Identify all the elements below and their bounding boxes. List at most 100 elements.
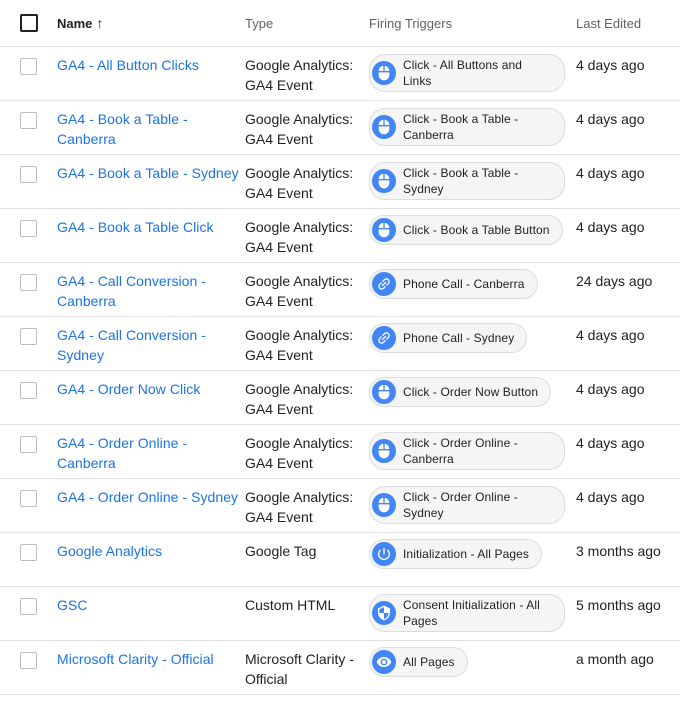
tag-type: Google Analytics: GA4 Event bbox=[245, 381, 354, 417]
tag-name-link[interactable]: Google Analytics bbox=[57, 542, 245, 562]
last-edited: a month ago bbox=[576, 651, 654, 667]
tag-name-link[interactable]: GSC bbox=[57, 596, 245, 616]
last-edited: 4 days ago bbox=[576, 57, 645, 73]
table-row: GA4 - Order Online - Canberra Google Ana… bbox=[0, 425, 680, 479]
tag-type: Google Analytics: GA4 Event bbox=[245, 435, 354, 471]
row-checkbox[interactable] bbox=[20, 112, 37, 129]
tag-name-link[interactable]: GA4 - Book a Table Click bbox=[57, 218, 245, 238]
row-checkbox[interactable] bbox=[20, 652, 37, 669]
last-edited: 3 months ago bbox=[576, 543, 661, 559]
sort-ascending-icon: ↑ bbox=[96, 15, 104, 31]
mouse-icon bbox=[372, 380, 396, 404]
tag-name-cell: GA4 - Order Online - Canberra bbox=[57, 434, 245, 473]
table-row: Microsoft Clarity - Official Microsoft C… bbox=[0, 641, 680, 695]
last-edited: 5 months ago bbox=[576, 597, 661, 613]
row-checkbox[interactable] bbox=[20, 274, 37, 291]
trigger-chip[interactable]: Click - Order Now Button bbox=[369, 377, 552, 407]
tag-name-link[interactable]: GA4 - Book a Table - Canberra bbox=[57, 110, 245, 149]
row-select-cell bbox=[0, 542, 57, 561]
tag-name-link[interactable]: GA4 - Order Now Click bbox=[57, 380, 245, 400]
firing-trigger-cell: Consent Initialization - All Pages bbox=[369, 594, 576, 632]
trigger-chip[interactable]: Phone Call - Canberra bbox=[369, 269, 538, 299]
row-checkbox[interactable] bbox=[20, 544, 37, 561]
last-edited: 4 days ago bbox=[576, 489, 645, 505]
tag-name-link[interactable]: GA4 - Order Online - Sydney bbox=[57, 488, 245, 508]
tag-name-link[interactable]: GA4 - Call Conversion - Sydney bbox=[57, 326, 245, 365]
tag-type: Google Analytics: GA4 Event bbox=[245, 327, 354, 363]
row-select-cell bbox=[0, 56, 57, 75]
row-checkbox[interactable] bbox=[20, 490, 37, 507]
trigger-chip[interactable]: All Pages bbox=[369, 647, 468, 677]
tag-name-link[interactable]: GA4 - Book a Table - Sydney bbox=[57, 164, 245, 184]
table-row: GA4 - Call Conversion - Canberra Google … bbox=[0, 263, 680, 317]
row-select-cell bbox=[0, 650, 57, 669]
row-select-cell bbox=[0, 110, 57, 129]
firing-trigger-cell: Initialization - All Pages bbox=[369, 539, 576, 569]
mouse-icon bbox=[372, 61, 396, 85]
select-all-checkbox[interactable] bbox=[19, 14, 38, 32]
trigger-chip[interactable]: Phone Call - Sydney bbox=[369, 323, 528, 353]
row-checkbox[interactable] bbox=[20, 166, 37, 183]
row-checkbox[interactable] bbox=[20, 220, 37, 237]
tag-type: Google Analytics: GA4 Event bbox=[245, 489, 354, 525]
trigger-chip-label: Click - Book a Table Button bbox=[403, 223, 550, 237]
mouse-icon bbox=[372, 493, 396, 517]
tag-name-cell: GA4 - Call Conversion - Canberra bbox=[57, 272, 245, 311]
tag-name-cell: GA4 - Order Online - Sydney bbox=[57, 488, 245, 508]
name-header-label: Name bbox=[57, 15, 93, 31]
row-select-cell bbox=[0, 434, 57, 453]
name-column-header[interactable]: Name ↑ bbox=[57, 15, 245, 31]
tag-name-cell: Microsoft Clarity - Official bbox=[57, 650, 245, 670]
row-select-cell bbox=[0, 488, 57, 507]
trigger-chip[interactable]: Click - Order Online - Sydney bbox=[369, 486, 565, 524]
firing-trigger-cell: Click - All Buttons and Links bbox=[369, 54, 576, 92]
row-select-cell bbox=[0, 164, 57, 183]
tag-name-cell: GA4 - Book a Table - Sydney bbox=[57, 164, 245, 184]
tags-table: Name ↑ Type Firing Triggers Last Edited … bbox=[0, 0, 680, 695]
row-checkbox[interactable] bbox=[20, 436, 37, 453]
trigger-chip-label: Phone Call - Sydney bbox=[403, 331, 515, 345]
row-checkbox[interactable] bbox=[20, 328, 37, 345]
row-select-cell bbox=[0, 218, 57, 237]
trigger-chip-label: All Pages bbox=[403, 655, 455, 669]
firing-trigger-cell: Click - Book a Table Button bbox=[369, 215, 576, 245]
trigger-chip[interactable]: Click - Book a Table Button bbox=[369, 215, 563, 245]
trigger-chip-label: Click - Order Online - Canberra bbox=[403, 436, 518, 466]
table-row: GA4 - Order Online - Sydney Google Analy… bbox=[0, 479, 680, 533]
tag-name-link[interactable]: GA4 - All Button Clicks bbox=[57, 56, 245, 76]
tag-name-link[interactable]: GA4 - Call Conversion - Canberra bbox=[57, 272, 245, 311]
row-checkbox[interactable] bbox=[20, 598, 37, 615]
firing-trigger-cell: Click - Order Now Button bbox=[369, 377, 576, 407]
last-edited: 4 days ago bbox=[576, 165, 645, 181]
trigger-chip[interactable]: Click - Book a Table - Canberra bbox=[369, 108, 565, 146]
trigger-chip-label: Click - Book a Table - Canberra bbox=[403, 112, 519, 142]
table-row: Google Analytics Google Tag Initializati… bbox=[0, 533, 680, 587]
tag-name-cell: GA4 - Call Conversion - Sydney bbox=[57, 326, 245, 365]
firing-trigger-cell: Click - Book a Table - Sydney bbox=[369, 162, 576, 200]
trigger-chip[interactable]: Click - Book a Table - Sydney bbox=[369, 162, 565, 200]
firing-trigger-cell: Click - Order Online - Sydney bbox=[369, 486, 576, 524]
table-row: GA4 - Book a Table Click Google Analytic… bbox=[0, 209, 680, 263]
shield-icon bbox=[372, 601, 396, 625]
trigger-chip[interactable]: Initialization - All Pages bbox=[369, 539, 542, 569]
tag-name-link[interactable]: Microsoft Clarity - Official bbox=[57, 650, 245, 670]
trigger-chip-label: Click - Order Online - Sydney bbox=[403, 490, 518, 520]
last-edited: 4 days ago bbox=[576, 435, 645, 451]
firing-trigger-cell: Click - Order Online - Canberra bbox=[369, 432, 576, 470]
trigger-chip[interactable]: Consent Initialization - All Pages bbox=[369, 594, 565, 632]
mouse-icon bbox=[372, 169, 396, 193]
select-all-cell bbox=[0, 14, 57, 32]
tag-type: Google Analytics: GA4 Event bbox=[245, 111, 354, 147]
trigger-chip[interactable]: Click - Order Online - Canberra bbox=[369, 432, 565, 470]
tag-name-cell: GA4 - All Button Clicks bbox=[57, 56, 245, 76]
table-row: GA4 - Book a Table - Canberra Google Ana… bbox=[0, 101, 680, 155]
last-edited: 24 days ago bbox=[576, 273, 653, 289]
tag-name-link[interactable]: GA4 - Order Online - Canberra bbox=[57, 434, 245, 473]
table-row: GA4 - Book a Table - Sydney Google Analy… bbox=[0, 155, 680, 209]
tag-type: Google Analytics: GA4 Event bbox=[245, 57, 354, 93]
trigger-chip[interactable]: Click - All Buttons and Links bbox=[369, 54, 565, 92]
row-select-cell bbox=[0, 596, 57, 615]
row-checkbox[interactable] bbox=[20, 382, 37, 399]
table-body: GA4 - All Button Clicks Google Analytics… bbox=[0, 47, 680, 695]
row-checkbox[interactable] bbox=[20, 58, 37, 75]
